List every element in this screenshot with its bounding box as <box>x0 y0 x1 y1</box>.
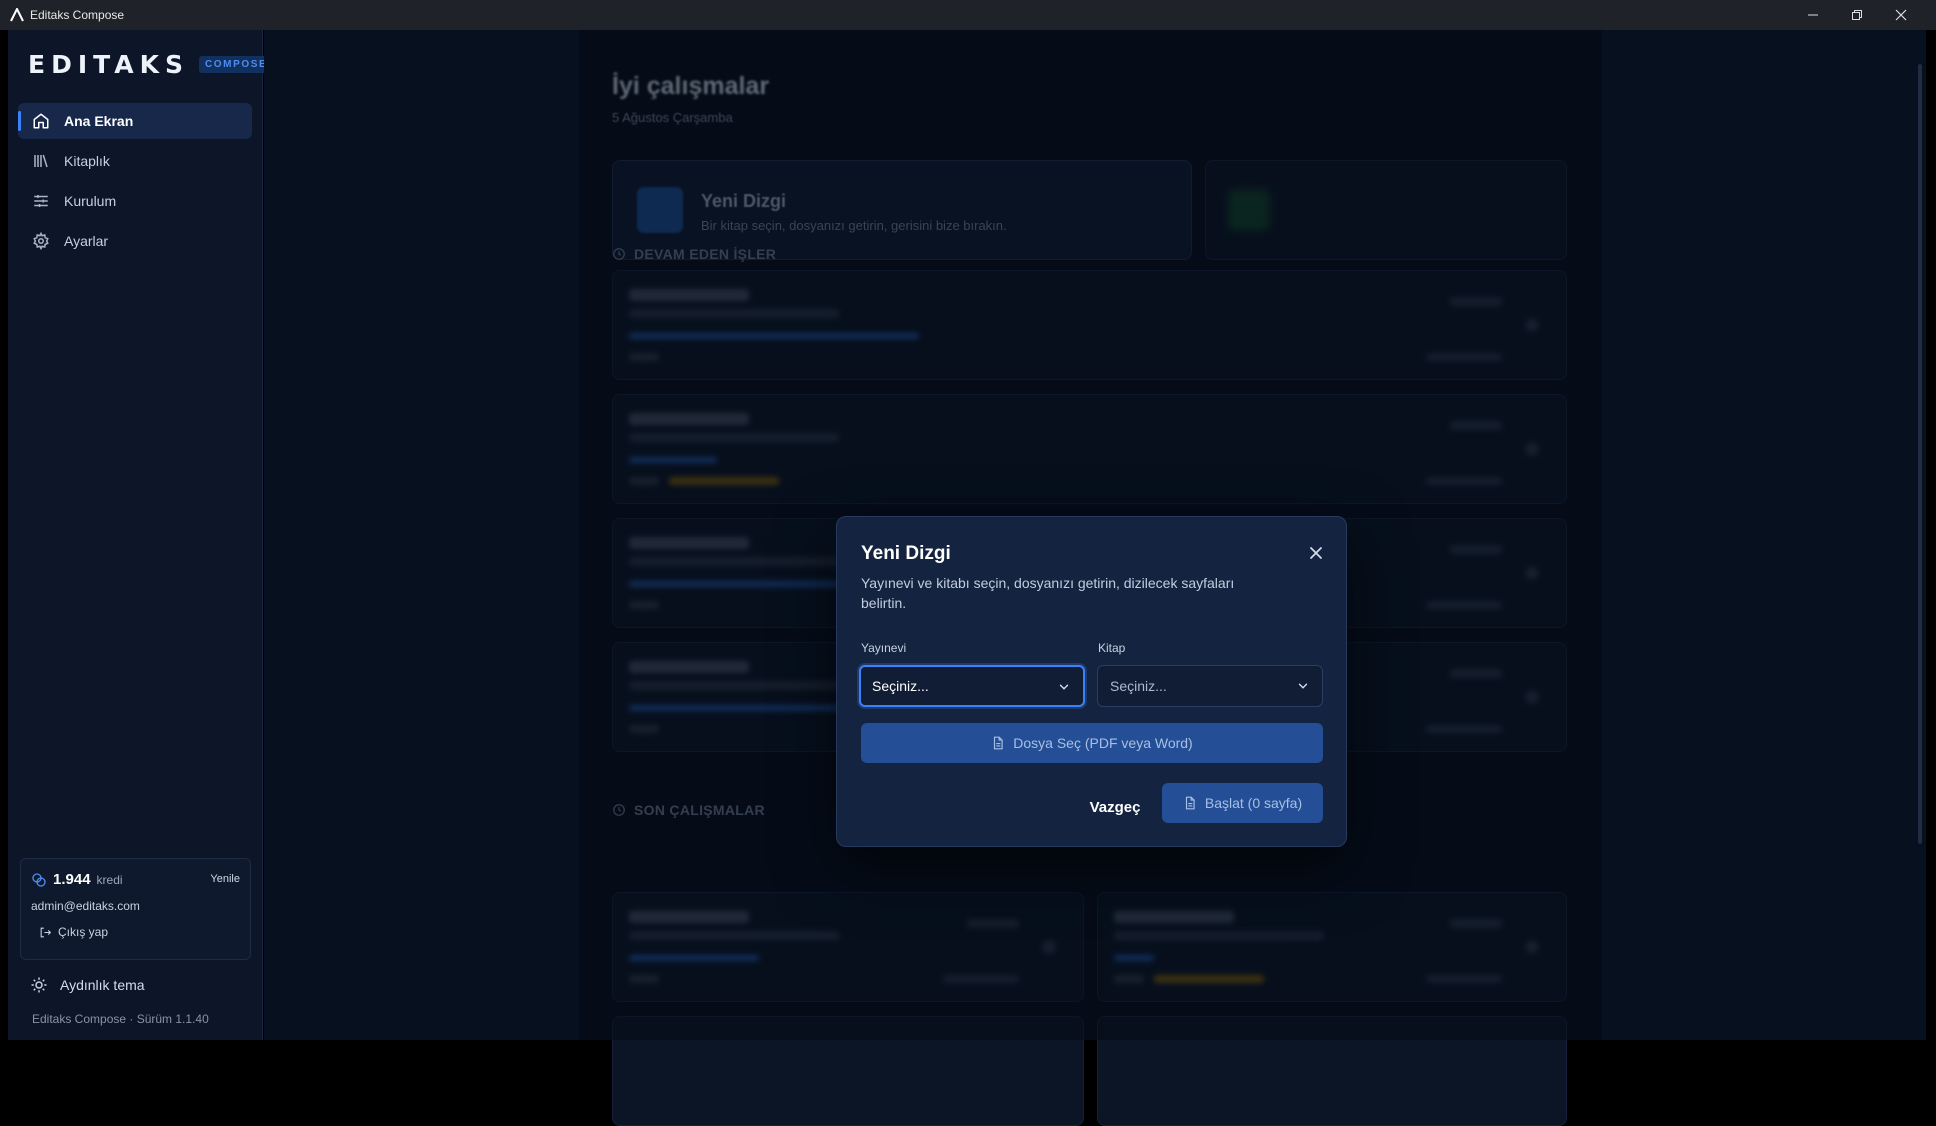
sidebar-item-label: Kitaplık <box>64 153 110 169</box>
minimize-button[interactable] <box>1790 0 1836 30</box>
library-icon <box>32 152 50 170</box>
logout-button[interactable]: Çıkış yap <box>39 925 108 939</box>
home-icon <box>32 112 50 130</box>
user-email: admin@editaks.com <box>31 899 140 913</box>
start-button[interactable]: Başlat (0 sayfa) <box>1162 783 1323 823</box>
book-select[interactable]: Seçiniz... <box>1097 665 1323 707</box>
brand-badge: COMPOSE <box>198 56 274 73</box>
gear-icon <box>32 232 50 250</box>
dialog-description: Yayınevi ve kitabı seçin, dosyanızı geti… <box>861 575 1235 611</box>
dialog-close-button[interactable] <box>1306 543 1326 563</box>
start-label: Başlat (0 sayfa) <box>1204 795 1303 811</box>
sidebar: EDITAKS COMPOSE Ana Ekran Kitaplık Kurul… <box>8 30 274 1040</box>
sidebar-item-label: Kurulum <box>64 193 117 209</box>
publisher-label: Yayınevi <box>861 641 907 655</box>
restore-icon <box>1852 10 1862 20</box>
minimize-icon <box>1808 14 1818 16</box>
window-titlebar: Editaks Compose <box>0 0 1936 30</box>
publisher-select[interactable]: Seçiniz... <box>859 665 1085 707</box>
brand: EDITAKS COMPOSE <box>28 50 274 79</box>
theme-label: Aydınlık tema <box>60 977 145 993</box>
logout-icon <box>40 927 52 937</box>
book-label: Kitap <box>1098 641 1126 655</box>
app-logo-icon <box>10 8 24 22</box>
sidebar-item-kurulum[interactable]: Kurulum <box>18 183 252 219</box>
dialog-title: Yeni Dizgi <box>861 543 951 564</box>
sidebar-item-label: Ayarlar <box>64 233 109 249</box>
logout-label: Çıkış yap <box>58 925 109 939</box>
sidebar-item-label: Ana Ekran <box>64 113 134 129</box>
credit-card: 1.944 kredi Yenile admin@editaks.com Çık… <box>20 858 251 960</box>
choose-file-button[interactable]: Dosya Seç (PDF veya Word) <box>861 723 1323 763</box>
file-icon <box>994 736 1003 750</box>
close-icon <box>1310 547 1322 559</box>
sidebar-item-ayarlar[interactable]: Ayarlar <box>18 223 252 259</box>
app-version: Editaks Compose · Sürüm 1.1.40 <box>32 1012 209 1026</box>
new-typesetting-dialog: Yeni Dizgi Yayınevi ve kitabı seçin, dos… <box>836 516 1347 847</box>
choose-file-label: Dosya Seç (PDF veya Word) <box>1013 735 1193 751</box>
credit-unit: kredi <box>96 872 123 887</box>
close-icon <box>1895 9 1907 21</box>
coins-icon <box>32 872 46 887</box>
credit-balance: 1.944 kredi <box>31 871 123 888</box>
credit-value: 1.944 <box>53 871 91 888</box>
theme-toggle[interactable]: Aydınlık tema <box>30 976 145 994</box>
sidebar-item-kitaplik[interactable]: Kitaplık <box>18 143 252 179</box>
brand-wordmark: EDITAKS <box>28 50 189 79</box>
window-title: Editaks Compose <box>30 8 125 22</box>
sidebar-nav: Ana Ekran Kitaplık Kurulum Ayarlar <box>18 103 252 263</box>
restore-button[interactable] <box>1834 0 1880 30</box>
refresh-credits-button[interactable]: Yenile <box>210 873 240 885</box>
scrollbar[interactable] <box>1918 64 1922 844</box>
sun-icon <box>31 977 47 993</box>
chevron-down-icon <box>1296 679 1310 693</box>
sidebar-item-ana-ekran[interactable]: Ana Ekran <box>18 103 252 139</box>
cancel-button[interactable]: Vazgeç <box>1088 787 1142 827</box>
close-window-button[interactable] <box>1878 0 1924 30</box>
file-icon <box>1185 796 1195 810</box>
publisher-select-value: Seçiniz... <box>872 678 929 694</box>
chevron-down-icon <box>1057 680 1071 694</box>
sliders-icon <box>32 192 50 210</box>
book-select-value: Seçiniz... <box>1110 678 1167 694</box>
